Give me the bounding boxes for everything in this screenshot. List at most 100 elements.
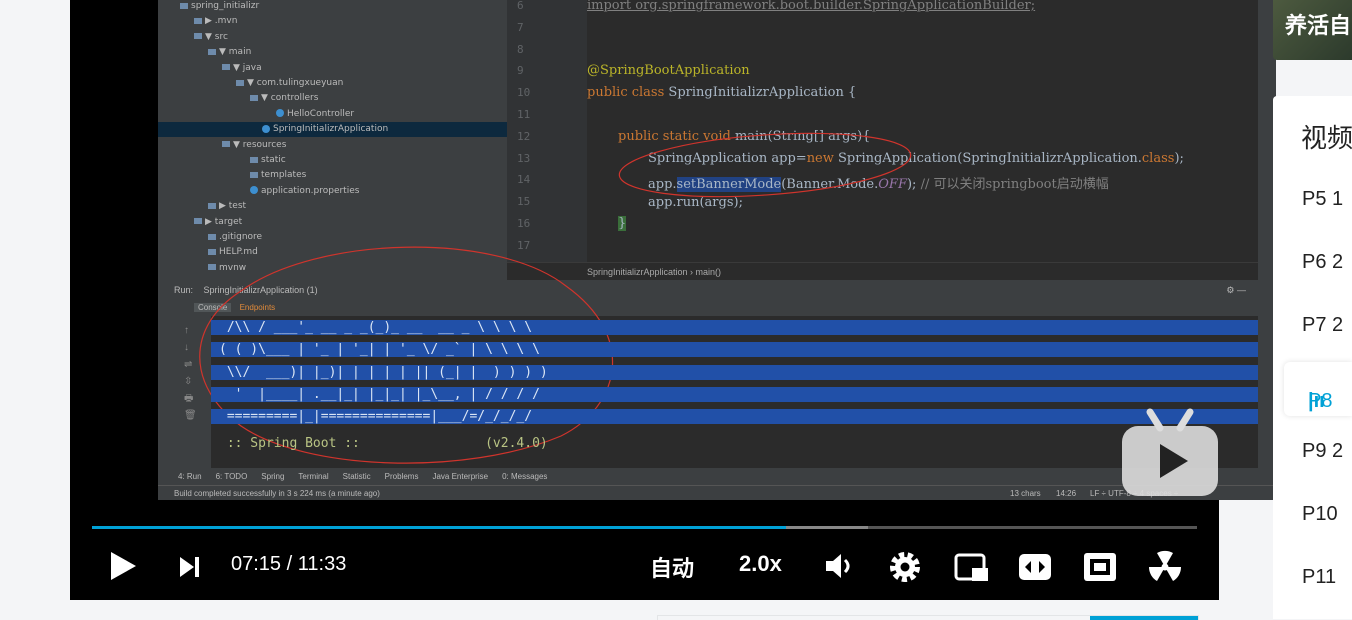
project-tree-label: ▼ src <box>205 31 228 42</box>
project-tree-label: HelloController <box>287 108 355 119</box>
time-separator: / <box>286 553 293 575</box>
video-player[interactable]: spring_initializr ▶ .mvn ▼ src ▼ main ▼ java… <box>70 0 1276 600</box>
project-tree-item[interactable]: spring_initializr <box>158 0 507 14</box>
video-frame[interactable]: spring_initializr ▶ .mvn ▼ src ▼ main ▼ java… <box>158 0 1276 500</box>
folder-icon <box>250 156 258 163</box>
project-tree-item[interactable]: ▶ target <box>158 215 507 230</box>
episode-item[interactable]: P10 <box>1302 503 1338 526</box>
project-tree-item[interactable]: ▶ .mvn <box>158 14 507 29</box>
gear-icon[interactable]: ⚙ — <box>1226 280 1246 300</box>
line-number: 13 <box>517 151 531 165</box>
project-tree-item[interactable]: templates <box>158 168 507 183</box>
banner-line: ( ( )\___ | '_ | '_| | '_ \/ _` | \ \ \ … <box>211 342 1258 358</box>
episode-item[interactable]: P9 2 <box>1302 440 1343 463</box>
class-icon <box>276 109 284 118</box>
line-number: 8 <box>517 42 524 56</box>
line-number: 16 <box>517 217 531 230</box>
fullscreen-icon[interactable] <box>1083 552 1117 582</box>
project-tree-item[interactable]: ▼ main <box>158 45 507 60</box>
pip-icon[interactable] <box>954 553 990 583</box>
next-icon[interactable] <box>178 555 202 579</box>
thumbnail-text: 养活自 <box>1285 14 1352 39</box>
folder-icon <box>250 94 258 101</box>
tool-window-tab[interactable]: Java Enterprise <box>432 472 488 481</box>
project-tree-label: ▶ target <box>205 216 243 227</box>
project-tree-item[interactable]: .gitignore <box>158 230 507 245</box>
project-tree-item[interactable]: ▼ java <box>158 61 507 76</box>
project-tree-label: templates <box>261 170 307 181</box>
folder-icon <box>208 233 216 240</box>
banner-line: /\\ / ___'_ __ _ _(_)_ __ __ _ \ \ \ \ <box>211 320 1258 335</box>
settings-gear-icon[interactable] <box>888 550 922 584</box>
project-tree-item[interactable]: ▼ controllers <box>158 91 507 106</box>
widescreen-icon[interactable] <box>1018 553 1052 581</box>
folder-icon <box>208 202 216 209</box>
console-output: /\\ / ___'_ __ _ _(_)_ __ __ _ \ \ \ \ ( … <box>199 246 1258 468</box>
tool-window-tab[interactable]: 4: Run <box>178 472 202 481</box>
banner-line: ' |____| .__|_| |_|_| |_\__, | / / / / <box>211 386 1258 402</box>
project-tree-label: ▼ main <box>219 47 252 58</box>
folder-icon <box>194 33 202 40</box>
episode-item[interactable]: P7 2 <box>1302 314 1343 337</box>
send-button[interactable] <box>1090 616 1198 620</box>
recommended-thumbnail[interactable]: 养活自 <box>1273 0 1352 60</box>
project-tree-item[interactable]: HelloController <box>158 107 507 122</box>
project-tree-item[interactable]: ▼ resources <box>158 138 507 153</box>
class-icon <box>262 124 270 133</box>
banner-line: \\/ ___)| |_)| | | | | || (_| | ) ) ) ) <box>211 364 1258 380</box>
episode-item[interactable]: P11 <box>1302 566 1336 589</box>
code-editor: import org.springframework.boot.builder.… <box>587 0 1258 262</box>
episode-item[interactable]: P6 2 <box>1302 251 1343 274</box>
bilibili-tv-icon <box>1122 408 1218 496</box>
project-tree-label: ▶ test <box>219 201 247 212</box>
episode-list-title: 视频 <box>1301 124 1352 154</box>
total-time: 11:33 <box>297 553 347 575</box>
project-tree-item[interactable]: ▼ src <box>158 30 507 45</box>
project-tree-label: application.properties <box>261 185 360 196</box>
tool-window-tab[interactable]: Statistic <box>343 472 371 481</box>
project-tree-item[interactable]: ▼ com.tulingxueyuan <box>158 76 507 91</box>
tool-window-tab[interactable]: Terminal <box>298 472 328 481</box>
episode-item-active[interactable]: |ıı P8 <box>1284 362 1352 416</box>
tool-window-bar: 4: Run 6: TODO Spring Terminal Statistic Prob… <box>158 468 1276 485</box>
episode-active-label: P8 <box>1308 390 1333 412</box>
volume-icon[interactable] <box>824 552 856 580</box>
quality-button[interactable]: 自动 <box>650 551 694 583</box>
episode-item[interactable]: P5 1 <box>1302 188 1343 211</box>
speed-button[interactable]: 2.0x <box>739 551 782 577</box>
line-number: 10 <box>517 86 531 100</box>
folder-icon <box>194 218 202 225</box>
project-tree-label: SpringInitializrApplication <box>273 124 389 135</box>
project-tree-panel: spring_initializr ▶ .mvn ▼ src ▼ main ▼ java… <box>158 0 507 280</box>
line-number: 6 <box>517 0 524 12</box>
tool-window-tab[interactable]: Problems <box>385 472 419 481</box>
radiation-icon[interactable] <box>1148 550 1182 584</box>
play-icon[interactable] <box>108 550 138 582</box>
status-chars: 13 chars <box>1010 489 1041 498</box>
line-number: 7 <box>517 20 524 34</box>
project-tree-item[interactable]: application.properties <box>158 184 507 199</box>
folder-icon <box>222 64 230 71</box>
spring-boot-version: :: Spring Boot :: (v2.4.0) <box>219 436 548 451</box>
editor-gutter: 6 7 8 9 10 11 12 13 14 15 16 17 <box>507 0 587 262</box>
current-time: 07:15 <box>231 553 282 575</box>
project-tree-item[interactable]: static <box>158 153 507 168</box>
status-position[interactable]: 14:26 <box>1056 486 1076 500</box>
tool-window-tab[interactable]: 6: TODO <box>216 472 248 481</box>
class-icon <box>250 186 258 195</box>
progress-bar[interactable] <box>92 526 1197 529</box>
comment-input-strip[interactable] <box>657 615 1199 620</box>
tool-window-tab[interactable]: 0: Messages <box>502 472 547 481</box>
status-bar: Build completed successfully in 3 s 224 … <box>158 485 1276 500</box>
project-tree-item[interactable]: SpringInitializrApplication <box>158 122 507 138</box>
played-bar <box>92 526 786 529</box>
folder-icon <box>194 17 202 24</box>
red-ellipse-annotation <box>618 132 912 198</box>
line-number: 15 <box>517 195 531 209</box>
project-tree-label: ▼ com.tulingxueyuan <box>247 78 344 88</box>
time-display: 07:15 / 11:33 <box>231 553 346 576</box>
tool-window-tab[interactable]: Spring <box>261 472 284 481</box>
folder-icon <box>222 141 230 148</box>
project-tree-item[interactable]: ▶ test <box>158 199 507 214</box>
line-number: 14 <box>517 173 531 187</box>
